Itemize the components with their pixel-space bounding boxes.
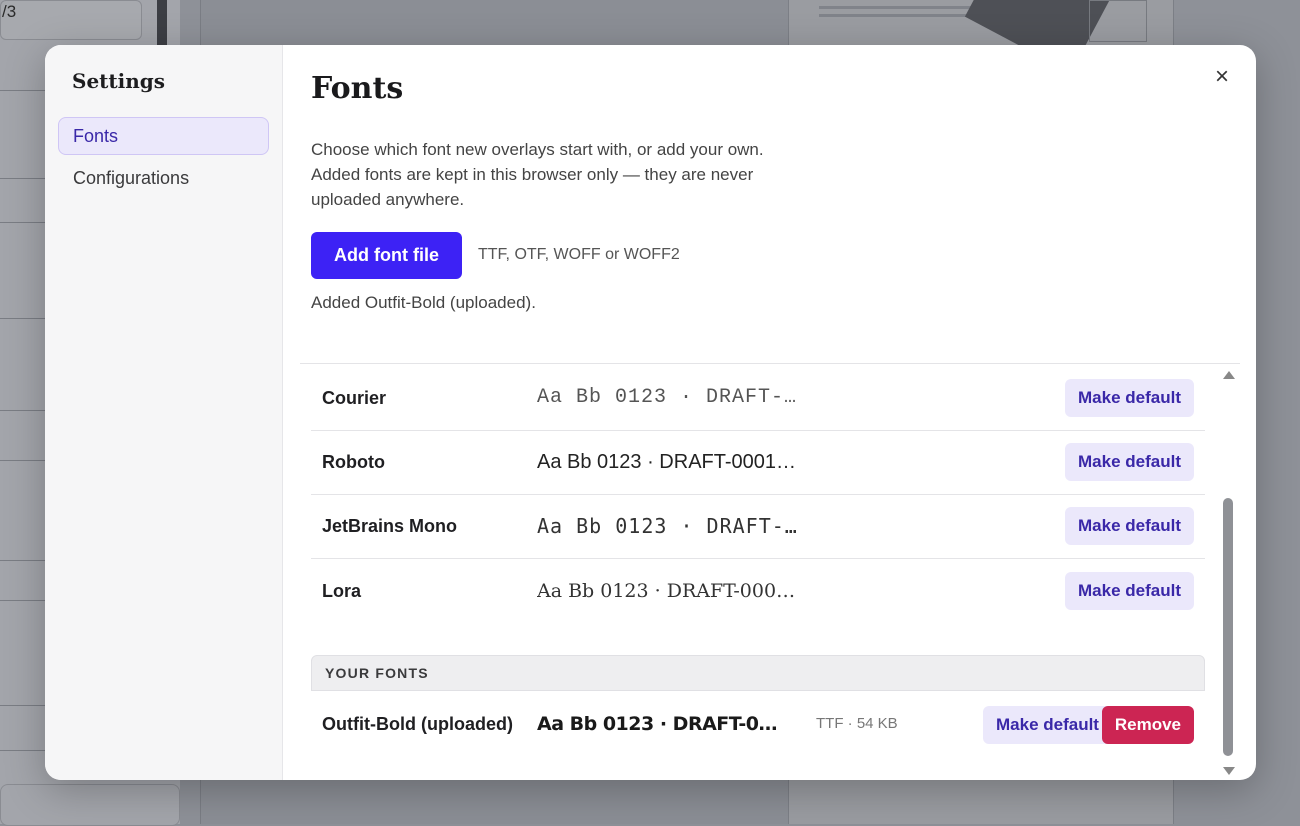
font-sample: Aa Bb 0123 · DRAFT-000123 xyxy=(537,713,787,735)
font-name: Lora xyxy=(322,581,362,601)
font-sample: Aa Bb 0123 · DRAFT-000123 xyxy=(537,514,797,538)
scroll-up-arrow-icon[interactable] xyxy=(1223,371,1235,379)
settings-sidebar: Settings Fonts Configurations xyxy=(45,45,283,780)
status-message: Added Outfit-Bold (uploaded). xyxy=(311,293,536,312)
scrollbar-thumb[interactable] xyxy=(1223,498,1233,756)
font-sample: Aa Bb 0123 · DRAFT-000123 xyxy=(537,386,797,409)
font-name: JetBrains Mono xyxy=(322,516,458,536)
font-sample: Aa Bb 0123 · DRAFT-000123 xyxy=(537,451,797,473)
font-name: Roboto xyxy=(322,452,385,472)
fonts-panel: × Fonts Choose which font new overlays s… xyxy=(283,45,1256,780)
remove-font-button[interactable]: Remove xyxy=(1101,706,1194,744)
make-default-button[interactable]: Make default xyxy=(1065,572,1194,610)
font-row-lora: Lora Aa Bb 0123 · DRAFT-000123 Make defa… xyxy=(311,559,1205,623)
make-default-button[interactable]: Make default xyxy=(1065,507,1194,545)
make-default-button[interactable]: Make default xyxy=(983,706,1112,744)
make-default-button[interactable]: Make default xyxy=(1065,379,1194,417)
font-row-outfit-bold: Outfit-Bold (uploaded) Aa Bb 0123 · DRAF… xyxy=(311,692,1205,756)
fonts-description: Choose which font new overlays start wit… xyxy=(311,140,764,209)
your-fonts-heading: YOUR FONTS xyxy=(311,655,1205,691)
sidebar-item-configurations[interactable]: Configurations xyxy=(58,159,269,197)
font-name: Outfit-Bold (uploaded) xyxy=(322,714,513,734)
font-row-courier: Courier Aa Bb 0123 · DRAFT-000123 Make d… xyxy=(311,366,1205,431)
scroll-down-arrow-icon[interactable] xyxy=(1223,767,1235,775)
formats-hint: TTF, OTF, WOFF or WOFF2 xyxy=(478,246,680,263)
font-name: Courier xyxy=(322,388,387,408)
close-icon[interactable]: × xyxy=(1210,65,1234,89)
sidebar-item-fonts[interactable]: Fonts xyxy=(58,117,269,155)
add-font-file-button[interactable]: Add font file xyxy=(311,232,462,279)
font-row-jetbrains-mono: JetBrains Mono Aa Bb 0123 · DRAFT-000123… xyxy=(311,494,1205,559)
make-default-button[interactable]: Make default xyxy=(1065,443,1194,481)
settings-modal: Settings Fonts Configurations × Fonts Ch… xyxy=(45,45,1256,780)
page-indicator: /3 xyxy=(2,2,17,21)
font-file-meta: TTF · 54 KB xyxy=(816,715,898,732)
font-row-roboto: Roboto Aa Bb 0123 · DRAFT-000123 Make de… xyxy=(311,430,1205,495)
font-list[interactable]: Courier Aa Bb 0123 · DRAFT-000123 Make d… xyxy=(300,363,1240,780)
page-title: Fonts xyxy=(311,71,404,106)
sidebar-title: Settings xyxy=(72,69,166,93)
thumbnail-card xyxy=(0,784,180,826)
thumbnail-card xyxy=(0,0,142,40)
font-sample: Aa Bb 0123 · DRAFT-000123 xyxy=(537,580,797,602)
